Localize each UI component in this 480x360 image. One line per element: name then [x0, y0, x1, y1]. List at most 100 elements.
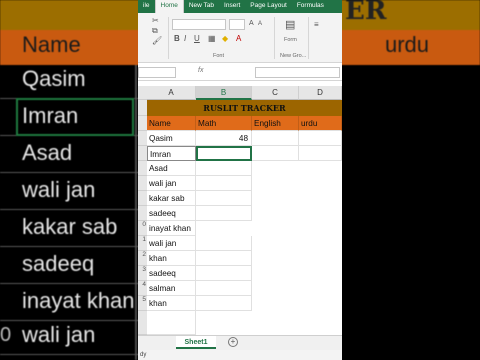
formula-bar: fx — [138, 64, 342, 81]
excel-window: ile Home New Tab Insert Page Layout Form… — [138, 0, 342, 360]
column-header-b[interactable]: B — [196, 86, 252, 100]
italic-icon[interactable]: I — [184, 35, 186, 43]
grid-cell[interactable] — [196, 266, 252, 281]
sheet-title-cell[interactable]: RUSLIT TRACKER — [147, 100, 342, 116]
align-icon[interactable]: ≡ — [314, 21, 319, 29]
bg-row-number: 0 — [0, 324, 12, 346]
grid-cell[interactable] — [196, 176, 252, 191]
row-header[interactable]: 1 — [138, 236, 147, 251]
increase-font-icon[interactable]: A — [249, 20, 254, 28]
grid-cell[interactable] — [196, 296, 252, 311]
row-header[interactable] — [138, 176, 147, 191]
format-painter-icon[interactable]: 🖌 — [152, 37, 162, 45]
name-cell[interactable]: Asad — [147, 161, 196, 176]
tab-formulas[interactable]: Formulas — [292, 0, 329, 13]
name-cell[interactable]: khan — [147, 296, 196, 311]
name-box[interactable] — [138, 67, 176, 78]
form-icon[interactable]: ▤ — [285, 20, 295, 31]
header-cell-name[interactable]: Name — [147, 116, 196, 131]
form-button-label[interactable]: Form — [284, 37, 297, 43]
name-cell[interactable]: salman — [147, 281, 196, 296]
underline-icon[interactable]: U — [194, 35, 200, 43]
column-header-d[interactable]: D — [299, 86, 342, 100]
ribbon-divider — [274, 17, 275, 59]
row-header[interactable]: 4 — [138, 281, 147, 296]
row-header[interactable]: 5 — [138, 296, 147, 311]
group-label-font: Font — [213, 53, 225, 59]
tab-file[interactable]: ile — [138, 0, 155, 13]
row-header[interactable] — [138, 100, 147, 116]
tab-new-tab[interactable]: New Tab — [184, 0, 219, 13]
add-sheet-icon[interactable]: + — [228, 337, 238, 347]
row-header[interactable] — [138, 311, 147, 335]
row-header[interactable] — [138, 131, 147, 146]
status-bar: dy — [138, 350, 342, 360]
grid-cell[interactable] — [196, 251, 252, 266]
header-cell-urdu[interactable]: urdu — [299, 116, 342, 131]
font-name-box[interactable] — [172, 19, 226, 30]
bg-row: inayat khan — [0, 284, 140, 321]
grid-cell[interactable] — [196, 191, 252, 206]
header-cell-math[interactable]: Math — [196, 116, 252, 131]
row-header[interactable] — [138, 206, 147, 221]
bg-header-name: Name — [22, 32, 81, 57]
name-cell[interactable]: Imran — [147, 146, 196, 161]
fill-color-icon[interactable]: ◆ — [222, 35, 228, 43]
bg-cell: kakar sab — [22, 214, 118, 239]
grid-cell[interactable] — [196, 206, 252, 221]
name-cell[interactable]: Qasim — [147, 131, 196, 146]
bg-cell: wali jan — [22, 177, 96, 202]
grid-cell[interactable] — [196, 281, 252, 296]
cut-icon[interactable]: ✂ — [152, 17, 159, 25]
row-header[interactable] — [138, 161, 147, 176]
sheet-tab-sheet1[interactable]: Sheet1 — [176, 336, 216, 349]
grid-cell[interactable] — [299, 146, 342, 161]
active-cell[interactable] — [196, 146, 252, 161]
row-header[interactable]: 2 — [138, 251, 147, 266]
grid-cell[interactable] — [252, 146, 299, 161]
name-cell[interactable]: sadeeq — [147, 206, 196, 221]
name-cell[interactable]: khan — [147, 251, 196, 266]
math-cell[interactable]: 48 — [196, 131, 252, 146]
font-size-box[interactable] — [229, 19, 245, 30]
grid-cell[interactable] — [147, 311, 196, 335]
row-header[interactable] — [138, 191, 147, 206]
copy-icon[interactable]: ⧉ — [152, 27, 158, 35]
bg-row: kakar sab — [0, 210, 140, 247]
ribbon: ✂ ⧉ 🖌 A A B I U ▦ ◆ A Font ▤ Form New Gr… — [138, 13, 342, 63]
grid-cell[interactable] — [299, 131, 342, 146]
select-all-corner[interactable] — [138, 86, 147, 100]
font-color-icon[interactable]: A — [236, 35, 241, 43]
borders-icon[interactable]: ▦ — [208, 35, 216, 43]
row-header[interactable]: 3 — [138, 266, 147, 281]
grid-cell[interactable] — [196, 161, 252, 176]
bg-row: Qasim — [0, 62, 140, 99]
bg-selection-outline — [16, 98, 134, 136]
tab-page-layout[interactable]: Page Layout — [245, 0, 292, 13]
tab-home[interactable]: Home — [154, 0, 184, 13]
name-cell[interactable]: kakar sab — [147, 191, 196, 206]
row-header[interactable] — [138, 146, 147, 161]
sheet-tab-bar: Sheet1 + — [138, 335, 342, 350]
bg-row: wali jan — [0, 173, 140, 210]
name-cell[interactable]: sadeeq — [147, 266, 196, 281]
formula-input[interactable] — [255, 67, 340, 78]
tab-insert[interactable]: Insert — [219, 0, 245, 13]
bg-cell: inayat khan — [22, 288, 135, 313]
grid-cell[interactable] — [252, 131, 299, 146]
name-cell[interactable]: inayat khan — [147, 221, 196, 236]
name-cell[interactable]: wali jan — [147, 236, 196, 251]
decrease-font-icon[interactable]: A — [258, 20, 262, 28]
header-cell-english[interactable]: English — [252, 116, 299, 131]
grid-cell[interactable] — [196, 236, 252, 251]
column-header-a[interactable]: A — [147, 86, 196, 100]
row-header[interactable] — [138, 116, 147, 131]
fx-icon[interactable]: fx — [198, 67, 203, 74]
bg-cell: sadeeq — [22, 251, 95, 276]
row-header[interactable]: 0 — [138, 221, 147, 236]
bg-cell: wali jan — [22, 322, 96, 347]
column-header-c[interactable]: C — [252, 86, 299, 100]
bg-cell: Asad — [22, 140, 73, 165]
bold-icon[interactable]: B — [174, 35, 180, 43]
name-cell[interactable]: wali jan — [147, 176, 196, 191]
